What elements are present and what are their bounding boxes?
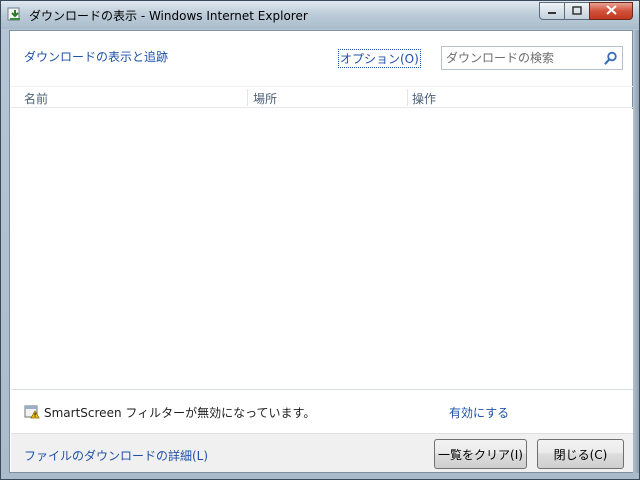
enable-smartscreen-link[interactable]: 有効にする bbox=[449, 404, 509, 421]
column-divider[interactable] bbox=[247, 89, 248, 106]
smartscreen-bar: SmartScreen フィルターが無効になっています。 有効にする bbox=[11, 389, 633, 433]
list-header: 名前 場所 操作 bbox=[11, 86, 633, 108]
column-header-name[interactable]: 名前 bbox=[24, 90, 48, 107]
search-input[interactable] bbox=[442, 47, 602, 69]
caption-buttons bbox=[539, 2, 633, 21]
minimize-button[interactable] bbox=[539, 2, 565, 20]
ie-download-icon bbox=[7, 6, 23, 22]
close-window-button[interactable] bbox=[589, 2, 633, 20]
maximize-icon bbox=[572, 4, 582, 18]
options-link[interactable]: オプション(O) bbox=[338, 49, 421, 68]
close-button[interactable]: 閉じる(C) bbox=[537, 439, 624, 469]
column-header-actions[interactable]: 操作 bbox=[412, 90, 436, 107]
search-icon[interactable] bbox=[604, 51, 618, 65]
window-title: ダウンロードの表示 - Windows Internet Explorer bbox=[29, 9, 308, 23]
dialog-content: ダウンロードの表示と追跡 オプション(O) 名前 場所 操作 bbox=[9, 30, 633, 473]
dialog-footer: ファイルのダウンロードの詳細(L) 一覧をクリア(I) 閉じる(C) bbox=[11, 433, 633, 472]
downloads-list[interactable] bbox=[11, 109, 633, 389]
minimize-icon bbox=[547, 4, 557, 18]
close-icon bbox=[605, 4, 617, 18]
maximize-button[interactable] bbox=[564, 2, 590, 20]
column-header-location[interactable]: 場所 bbox=[253, 90, 277, 107]
downloads-window: ダウンロードの表示 - Windows Internet Explorer ダウ… bbox=[0, 0, 640, 480]
smartscreen-warning-icon bbox=[24, 404, 40, 420]
column-divider[interactable] bbox=[407, 89, 408, 106]
search-box bbox=[441, 46, 623, 70]
window-frame-edge bbox=[634, 30, 639, 473]
page-title: ダウンロードの表示と追跡 bbox=[24, 50, 169, 64]
title-bar[interactable]: ダウンロードの表示 - Windows Internet Explorer bbox=[1, 1, 639, 29]
clear-list-button[interactable]: 一覧をクリア(I) bbox=[434, 439, 527, 469]
download-details-link[interactable]: ファイルのダウンロードの詳細(L) bbox=[24, 447, 208, 464]
smartscreen-message: SmartScreen フィルターが無効になっています。 bbox=[44, 406, 316, 420]
